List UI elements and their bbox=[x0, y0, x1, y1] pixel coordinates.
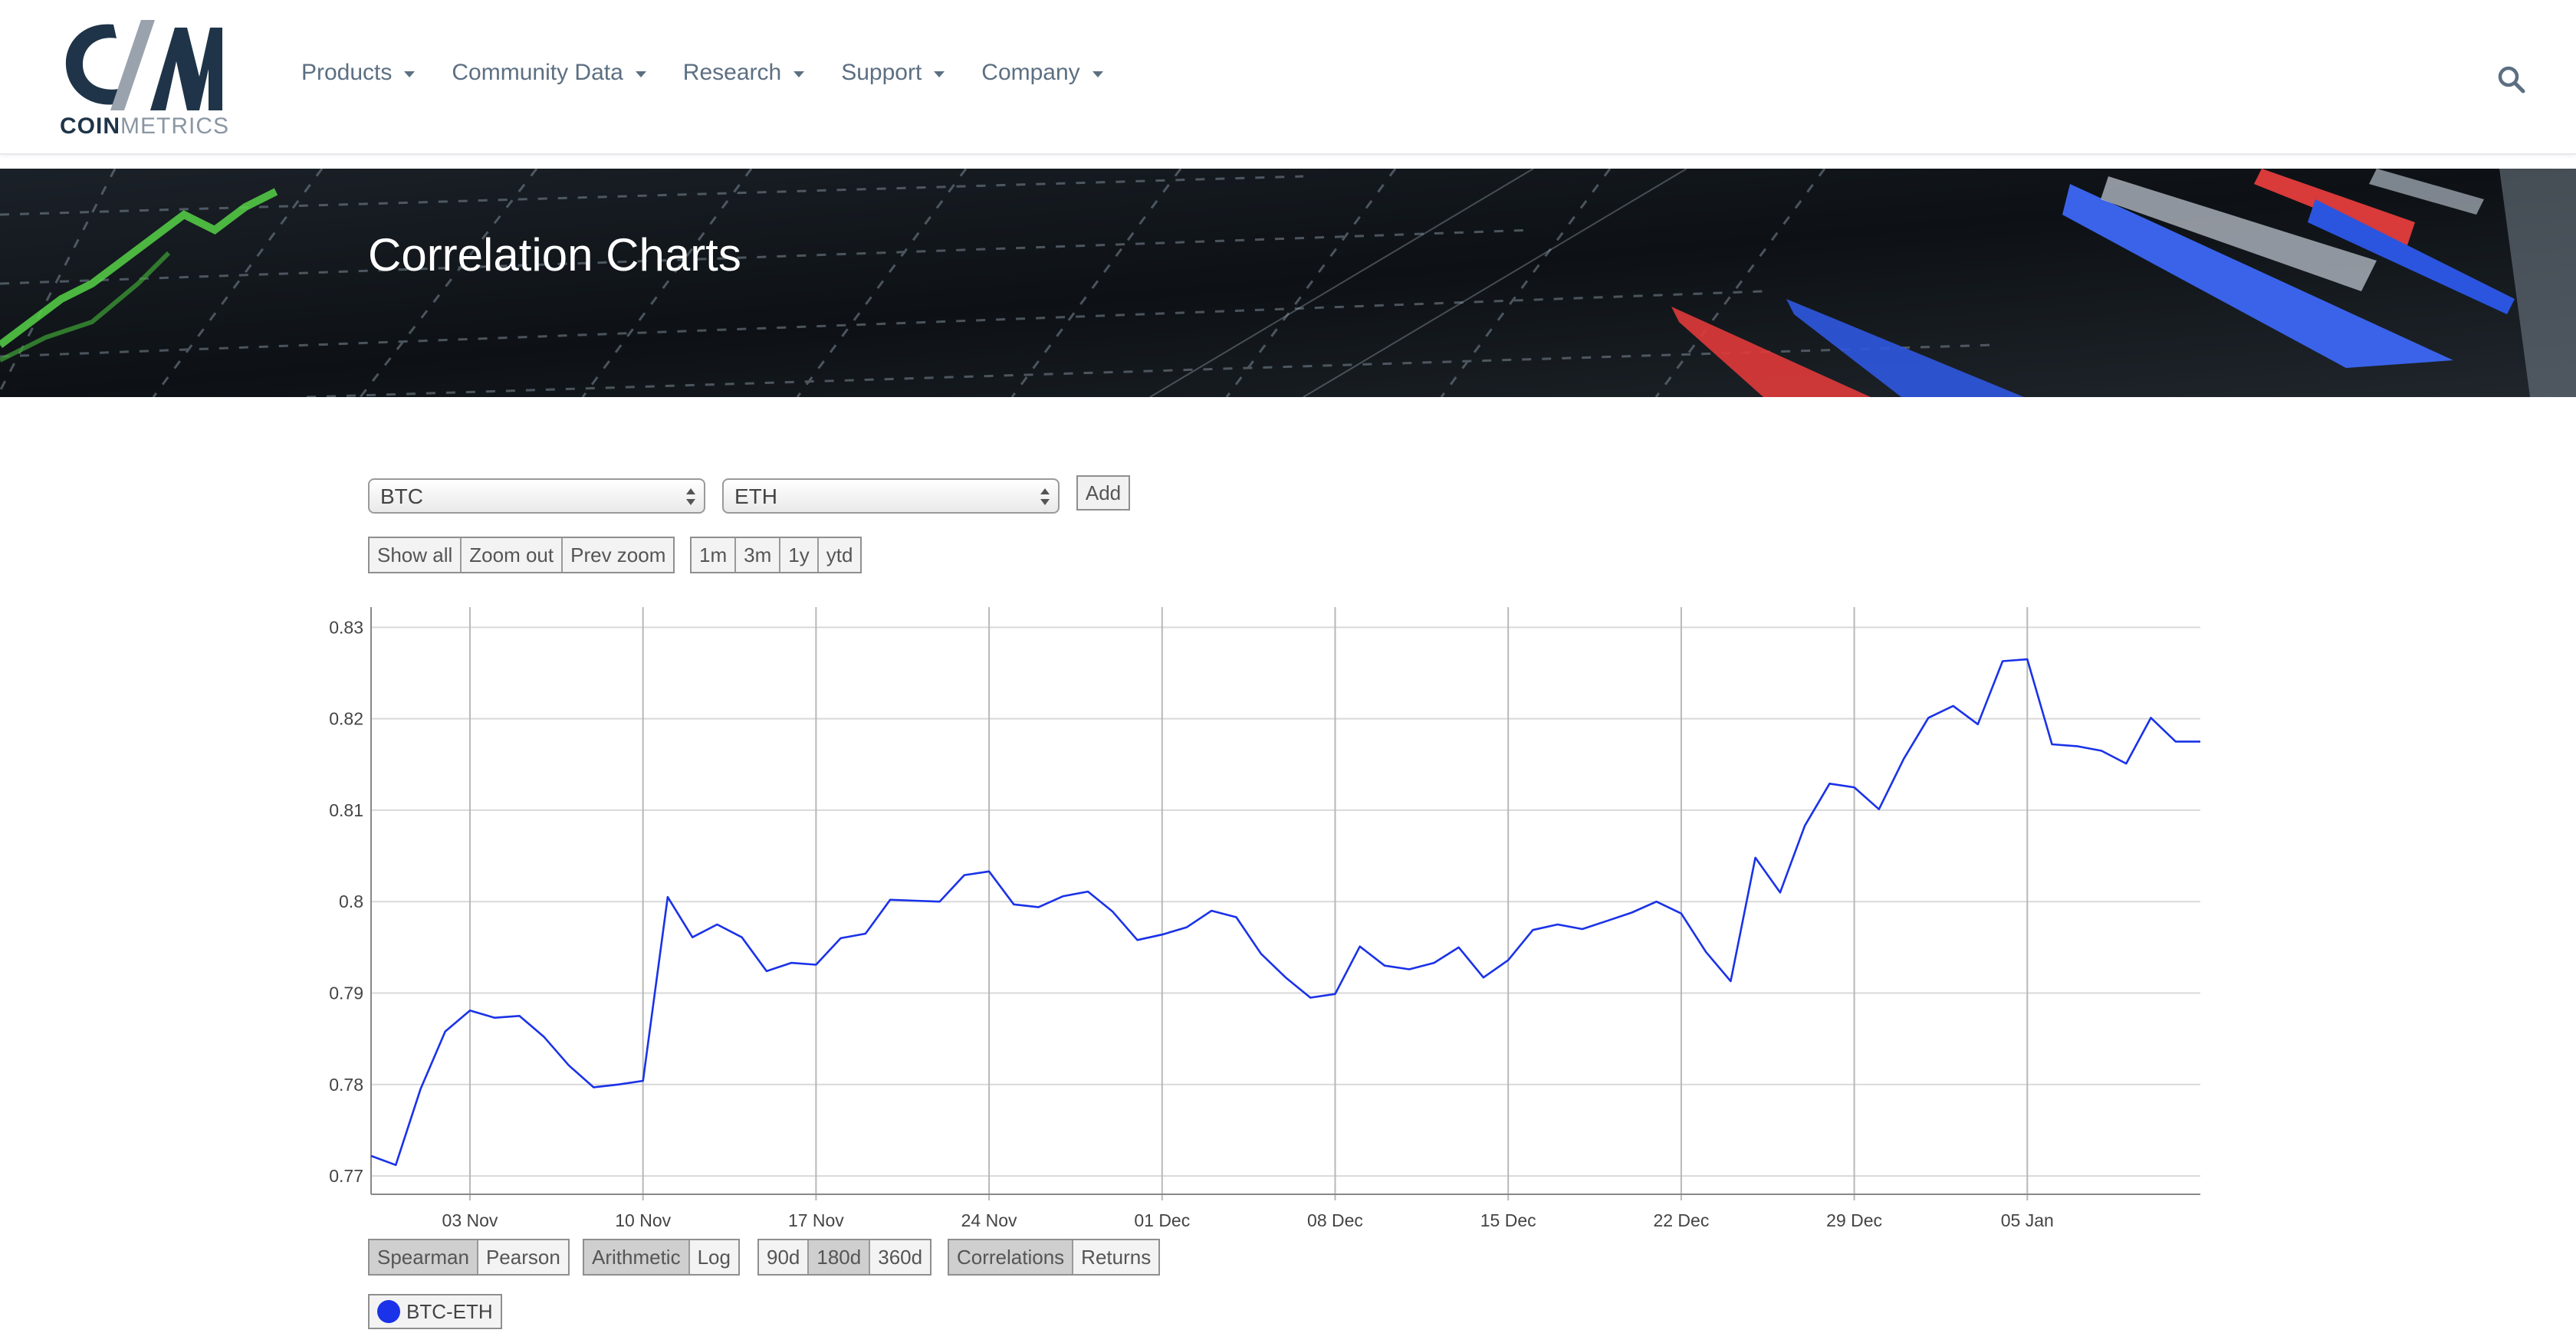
chart-axes: 0.77 0.78 0.79 0.8 0.81 0.82 0.83 03 Nov 10 Nov 1… bbox=[329, 607, 2200, 1228]
x-tick-label: 17 Nov bbox=[788, 1210, 844, 1228]
site-header: COINMETRICS Products Community Data Rese… bbox=[0, 0, 2576, 155]
y-tick-label: 0.82 bbox=[329, 709, 363, 729]
returns-button[interactable]: Returns bbox=[1073, 1240, 1159, 1274]
correlations-button[interactable]: Correlations bbox=[949, 1240, 1074, 1274]
y-tick-label: 0.81 bbox=[329, 800, 363, 820]
range-button-group: 1m 3m 1y ytd bbox=[690, 537, 863, 573]
prev-zoom-button[interactable]: Prev zoom bbox=[563, 538, 674, 572]
range-ytd-button[interactable]: ytd bbox=[818, 538, 861, 572]
range-1m-button[interactable]: 1m bbox=[692, 538, 737, 572]
y-tick-label: 0.78 bbox=[329, 1075, 363, 1095]
x-tick-label: 01 Dec bbox=[1134, 1210, 1190, 1228]
mode-toggle: Correlations Returns bbox=[948, 1239, 1161, 1276]
x-tick-label: 05 Jan bbox=[2001, 1210, 2054, 1228]
nav-products[interactable]: Products bbox=[301, 60, 416, 86]
window-90d-button[interactable]: 90d bbox=[759, 1240, 810, 1274]
spearman-button[interactable]: Spearman bbox=[370, 1240, 478, 1274]
x-tick-label: 10 Nov bbox=[615, 1210, 671, 1228]
range-3m-button[interactable]: 3m bbox=[736, 538, 781, 572]
x-tick-label: 24 Nov bbox=[961, 1210, 1017, 1228]
nav-community-data[interactable]: Community Data bbox=[452, 60, 646, 86]
nav-label: Community Data bbox=[452, 60, 623, 85]
chevron-down-icon bbox=[794, 71, 805, 77]
cm-monogram-icon bbox=[65, 20, 222, 110]
nav-support[interactable]: Support bbox=[841, 60, 945, 86]
window-toggle: 90d 180d 360d bbox=[757, 1239, 932, 1276]
window-180d-button[interactable]: 180d bbox=[809, 1240, 871, 1274]
zoom-out-button[interactable]: Zoom out bbox=[462, 538, 564, 572]
show-all-button[interactable]: Show all bbox=[370, 538, 462, 572]
y-tick-label: 0.79 bbox=[329, 983, 363, 1003]
coinmetrics-logo[interactable]: COINMETRICS bbox=[60, 15, 228, 141]
series-legend-label: BTC-ETH bbox=[406, 1299, 493, 1323]
y-tick-label: 0.77 bbox=[329, 1166, 363, 1186]
chart-series bbox=[370, 658, 2200, 1167]
y-tick-label: 0.8 bbox=[339, 892, 363, 911]
chevron-down-icon bbox=[635, 71, 646, 77]
asset-a-select[interactable]: BTC bbox=[368, 478, 705, 514]
main-nav: Products Community Data Research Support… bbox=[301, 60, 1140, 86]
pearson-button[interactable]: Pearson bbox=[478, 1240, 568, 1274]
x-tick-label: 15 Dec bbox=[1480, 1210, 1536, 1228]
x-tick-label: 08 Dec bbox=[1307, 1210, 1363, 1228]
chart-grid bbox=[371, 607, 2200, 1200]
asset-a-value: BTC bbox=[380, 484, 423, 508]
nav-research[interactable]: Research bbox=[682, 60, 805, 86]
y-tick-label: 0.83 bbox=[329, 617, 363, 637]
nav-label: Research bbox=[682, 60, 782, 85]
add-pair-button[interactable]: Add bbox=[1076, 475, 1130, 511]
method-toggle: Spearman Pearson bbox=[368, 1239, 570, 1276]
zoom-button-group: Show all Zoom out Prev zoom bbox=[368, 537, 675, 573]
series-line-btc-eth bbox=[370, 658, 2200, 1167]
nav-company[interactable]: Company bbox=[981, 60, 1103, 86]
scale-toggle: Arithmetic Log bbox=[583, 1239, 740, 1276]
banner-background-image bbox=[0, 169, 2576, 397]
asset-b-select[interactable]: ETH bbox=[722, 478, 1060, 514]
x-tick-label: 29 Dec bbox=[1826, 1210, 1882, 1228]
page-title: Correlation Charts bbox=[368, 229, 741, 281]
nav-label: Company bbox=[981, 60, 1080, 85]
chevron-down-icon bbox=[934, 71, 945, 77]
x-tick-label: 03 Nov bbox=[442, 1210, 498, 1228]
chevron-down-icon bbox=[1092, 71, 1103, 77]
log-button[interactable]: Log bbox=[689, 1240, 738, 1274]
search-icon[interactable] bbox=[2496, 64, 2527, 95]
arithmetic-button[interactable]: Arithmetic bbox=[584, 1240, 690, 1274]
nav-label: Products bbox=[301, 60, 393, 85]
series-color-swatch bbox=[377, 1300, 400, 1323]
logo-wordmark: COINMETRICS bbox=[60, 113, 229, 139]
series-legend-item[interactable]: BTC-ETH bbox=[368, 1294, 502, 1329]
select-arrows-icon bbox=[686, 488, 695, 505]
x-tick-label: 22 Dec bbox=[1653, 1210, 1709, 1228]
nav-label: Support bbox=[841, 60, 922, 85]
hero-banner: Correlation Charts bbox=[0, 169, 2576, 397]
asset-b-value: ETH bbox=[734, 484, 777, 508]
select-arrows-icon bbox=[1040, 488, 1050, 505]
correlation-chart[interactable]: 0.77 0.78 0.79 0.8 0.81 0.82 0.83 03 Nov 10 Nov 1… bbox=[291, 599, 2223, 1228]
window-360d-button[interactable]: 360d bbox=[870, 1240, 931, 1274]
range-1y-button[interactable]: 1y bbox=[780, 538, 819, 572]
chevron-down-icon bbox=[404, 71, 416, 77]
